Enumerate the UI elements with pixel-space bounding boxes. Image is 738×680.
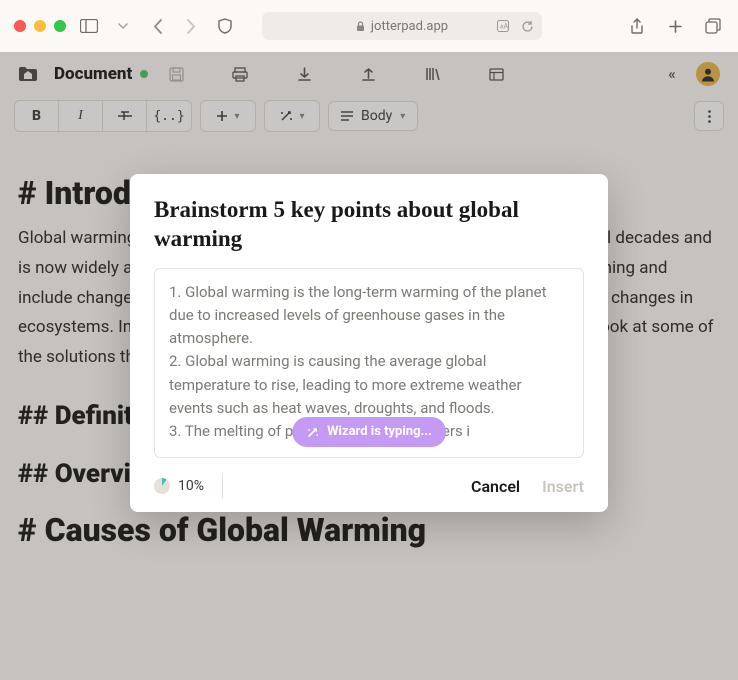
shield-icon[interactable] <box>214 15 236 37</box>
pie-icon <box>154 478 170 494</box>
forward-icon[interactable] <box>180 15 202 37</box>
maximize-window[interactable] <box>54 20 66 32</box>
divider <box>222 474 223 498</box>
usage-percent: 10% <box>178 478 204 494</box>
cancel-button[interactable]: Cancel <box>471 477 520 496</box>
refresh-icon[interactable] <box>521 20 534 33</box>
url-bar[interactable]: jotterpad.app ᴀA <box>262 12 542 40</box>
reader-icon[interactable]: ᴀA <box>497 20 515 33</box>
sidebar-toggle-icon[interactable] <box>78 15 100 37</box>
modal-output: 1. Global warming is the long-term warmi… <box>154 268 584 459</box>
output-line-2: 2. Global warming is causing the average… <box>169 350 569 420</box>
window-controls <box>14 20 66 32</box>
tabs-icon[interactable] <box>702 15 724 37</box>
browser-chrome: jotterpad.app ᴀA <box>0 0 738 52</box>
wand-icon <box>306 426 319 439</box>
output-line-1: 1. Global warming is the long-term warmi… <box>169 281 569 351</box>
back-icon[interactable] <box>146 15 168 37</box>
new-tab-icon[interactable] <box>664 15 686 37</box>
wizard-modal: Brainstorm 5 key points about global war… <box>130 174 608 512</box>
modal-title: Brainstorm 5 key points about global war… <box>154 196 584 254</box>
share-icon[interactable] <box>626 15 648 37</box>
minimize-window[interactable] <box>34 20 46 32</box>
typing-badge: Wizard is typing... <box>292 417 446 447</box>
insert-button[interactable]: Insert <box>542 477 584 496</box>
modal-footer: 10% Cancel Insert <box>154 474 584 498</box>
svg-text:ᴀA: ᴀA <box>500 22 508 30</box>
close-window[interactable] <box>14 20 26 32</box>
usage-indicator: 10% <box>154 478 204 494</box>
lock-icon <box>356 21 365 32</box>
url-text: jotterpad.app <box>371 19 448 34</box>
chevron-down-icon[interactable] <box>112 15 134 37</box>
